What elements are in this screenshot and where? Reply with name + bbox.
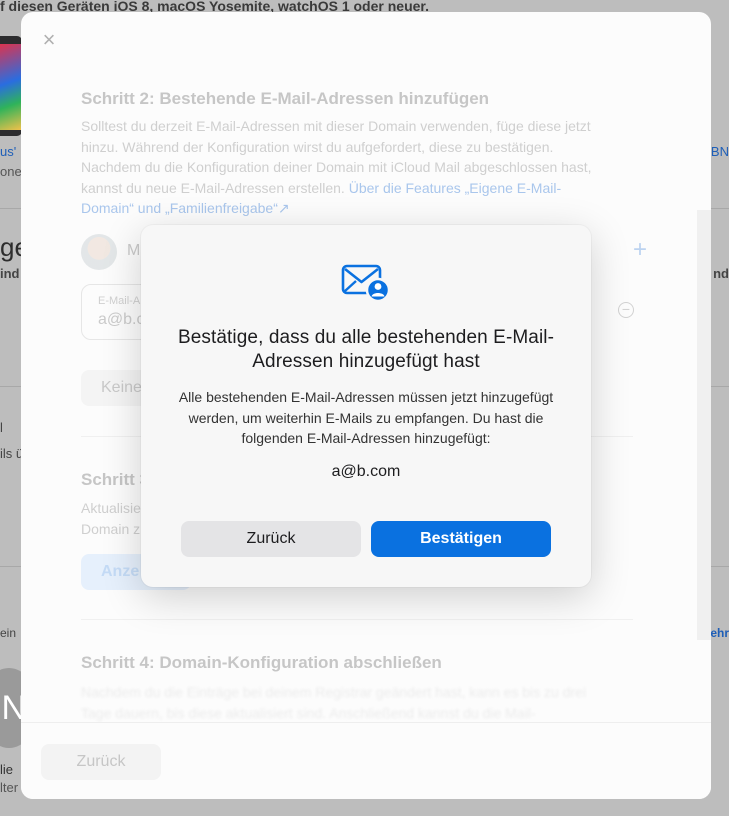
- step-3-title: Schritt 3: [81, 470, 150, 489]
- dialog-title: Bestätige, dass du alle bestehenden E-Ma…: [177, 327, 555, 372]
- bg-left-label: l: [0, 420, 3, 435]
- avatar: [81, 234, 117, 270]
- email-field-label: E-Mail-A: [98, 295, 141, 307]
- external-link-icon: ↗: [277, 200, 290, 216]
- bg-left-label: ein: [0, 626, 17, 640]
- step-2-text: Solltest du derzeit E-Mail-Adressen mit …: [81, 116, 611, 219]
- back-button[interactable]: Zurück: [181, 521, 361, 557]
- bg-right-link: ehr: [710, 626, 729, 640]
- mail-person-icon: [341, 263, 391, 303]
- confirm-dialog: Bestätige, dass du alle bestehenden E-Ma…: [141, 225, 591, 587]
- email-field-value: a@b.c: [98, 311, 145, 328]
- footer-back-button[interactable]: Zurück: [41, 744, 161, 780]
- divider: [81, 619, 633, 620]
- step-4-title: Schritt 4: Domain-Konfiguration abschlie…: [81, 653, 442, 672]
- bg-left-link: us': [0, 144, 17, 159]
- bg-left-name: lie: [0, 762, 14, 777]
- member-name: M: [127, 242, 141, 259]
- plus-icon[interactable]: +: [633, 238, 647, 262]
- bg-left-text: one: [0, 164, 22, 179]
- step-2-title: Schritt 2: Bestehende E-Mail-Adressen hi…: [81, 89, 490, 108]
- remove-icon[interactable]: −: [618, 302, 634, 318]
- close-icon[interactable]: ×: [39, 29, 59, 51]
- step-4-line: Tage dauern, bis diese aktualisiert sind…: [81, 705, 536, 721]
- iphone-image: [0, 36, 22, 136]
- added-email: a@b.com: [331, 463, 401, 480]
- bg-left-label: ils ü: [0, 446, 24, 461]
- bg-left-name-sub: lter: [0, 780, 19, 795]
- scrollbar[interactable]: [697, 210, 711, 640]
- dialog-message: Alle bestehenden E-Mail-Adressen müssen …: [178, 389, 554, 446]
- bg-left-label: ind: [0, 266, 20, 281]
- sheet-footer: Zurück: [21, 722, 711, 799]
- step-4-line: Nachdem du die Einträge bei deinem Regis…: [81, 684, 587, 700]
- bg-right-label: nd: [713, 266, 729, 281]
- confirm-button[interactable]: Bestätigen: [371, 521, 551, 557]
